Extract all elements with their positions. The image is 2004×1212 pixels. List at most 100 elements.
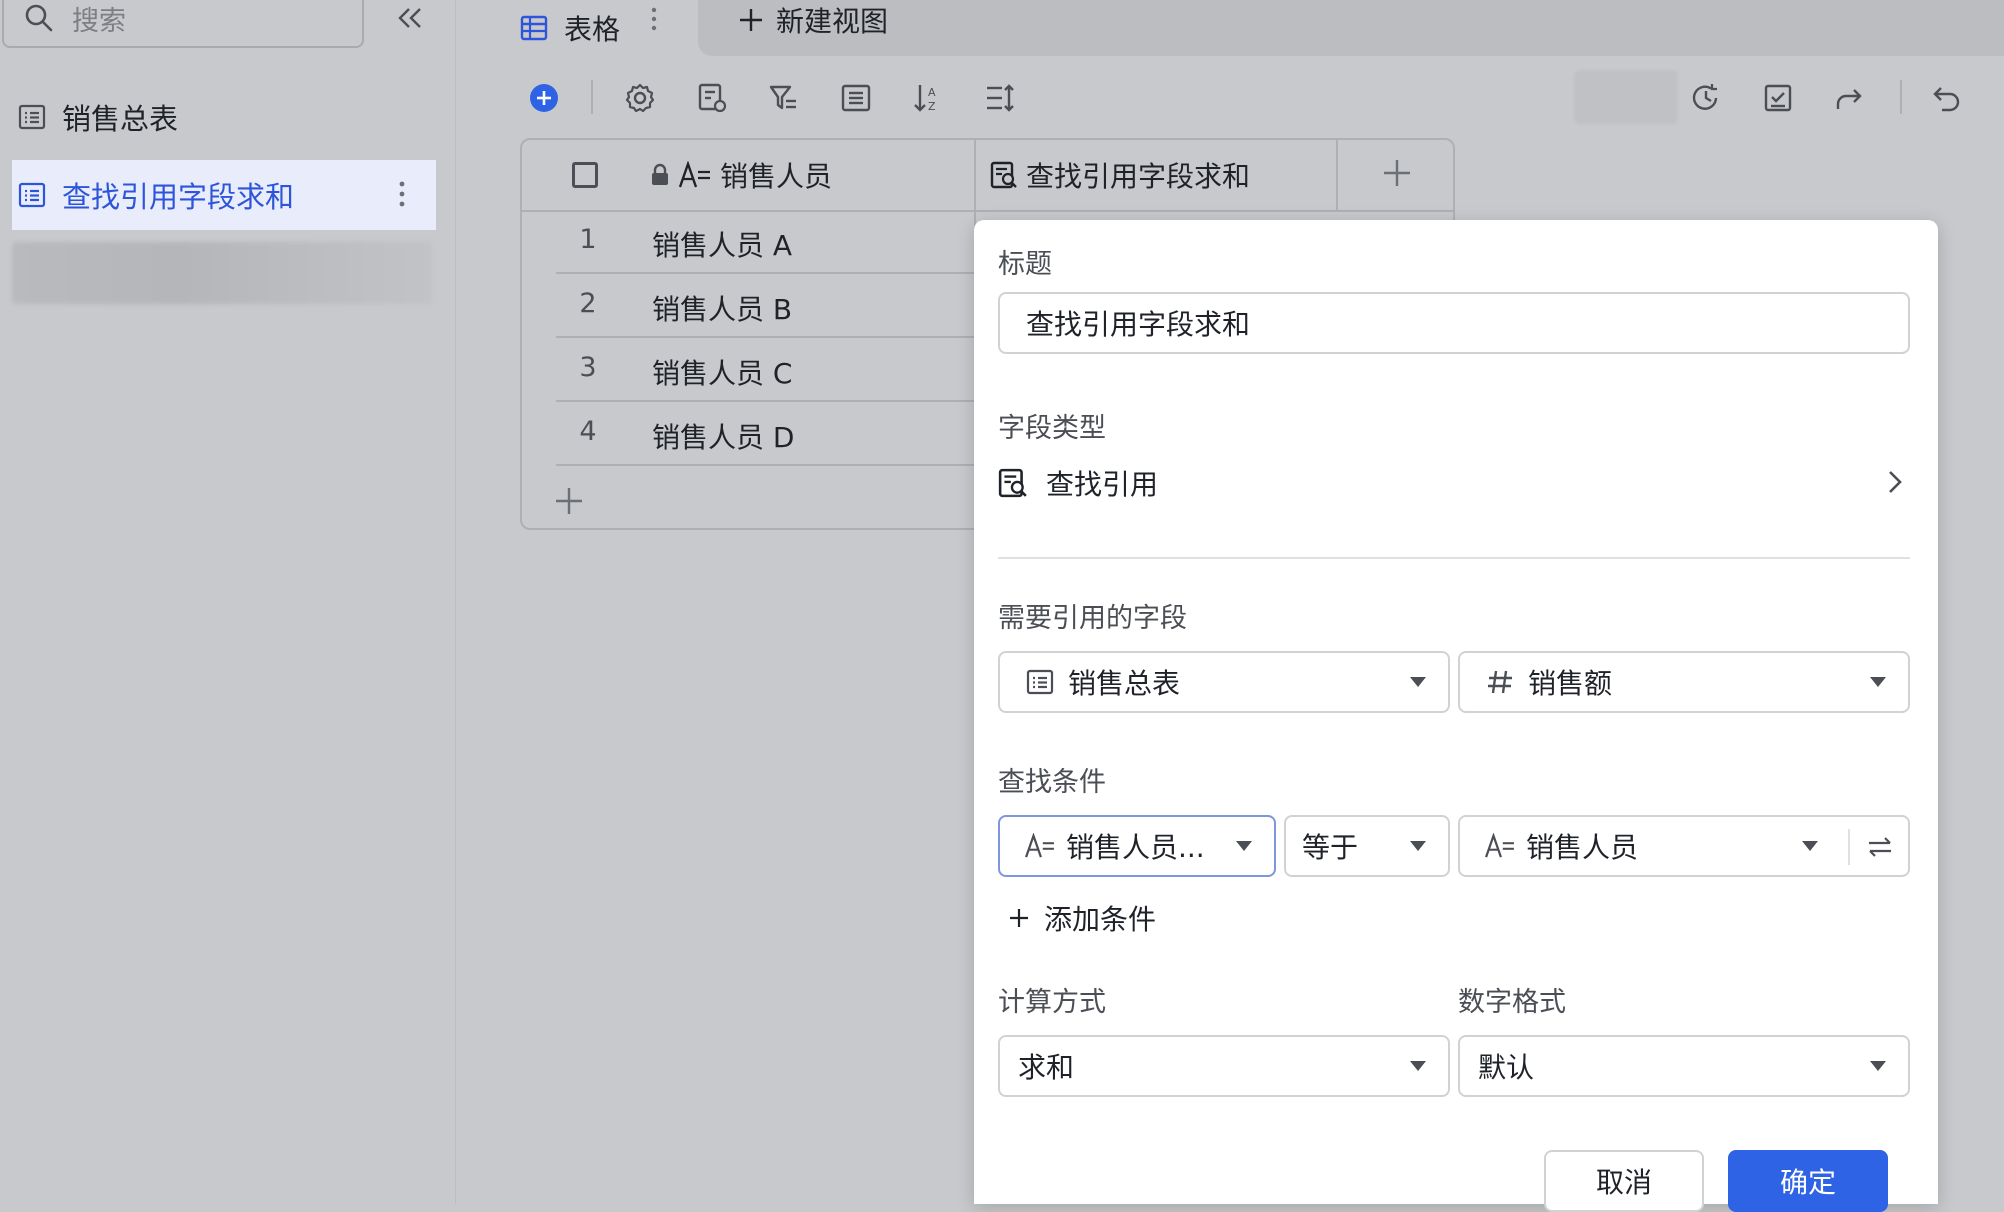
history-icon[interactable] (1688, 80, 1724, 116)
add-record-icon[interactable] (526, 80, 562, 116)
lock-icon (650, 163, 670, 187)
checklist-icon[interactable] (1760, 80, 1796, 116)
ref-field-label: 需要引用的字段 (998, 603, 1187, 634)
grid-view-icon (520, 14, 548, 42)
condition-value-select[interactable]: 销售人员 (1458, 815, 1910, 877)
dropdown-caret-icon (1870, 677, 1886, 687)
number-format-label: 数字格式 (1458, 987, 1566, 1018)
calc-value: 求和 (1018, 1051, 1075, 1084)
dropdown-caret-icon (1410, 677, 1426, 687)
table-row[interactable]: 2 销售人员 B (556, 274, 976, 338)
more-vertical-icon[interactable] (398, 180, 406, 208)
cell-salesperson[interactable]: 销售人员 D (652, 416, 794, 456)
add-column-icon[interactable] (1382, 158, 1412, 188)
search-placeholder: 搜索 (72, 5, 126, 37)
group-icon[interactable] (838, 80, 874, 116)
table-icon (1026, 668, 1054, 696)
row-number: 4 (579, 416, 597, 447)
field-type-select[interactable]: 查找引用 (998, 458, 1910, 508)
sidebar-item-label: 查找引用字段求和 (62, 180, 295, 214)
column-label: 查找引用字段求和 (1026, 160, 1251, 193)
title-label: 标题 (998, 249, 1052, 280)
select-all-checkbox[interactable] (572, 162, 598, 188)
cancel-button[interactable]: 取消 (1544, 1150, 1704, 1212)
search-icon (24, 3, 54, 33)
dropdown-caret-icon (1410, 841, 1426, 851)
table-row[interactable]: 4 销售人员 D (556, 402, 976, 466)
number-format-select[interactable]: 默认 (1458, 1035, 1910, 1097)
condition-operator-value: 等于 (1302, 831, 1359, 864)
plus-icon (738, 7, 764, 33)
dropdown-caret-icon (1802, 841, 1818, 851)
collapse-sidebar-icon[interactable] (396, 6, 424, 30)
column-divider (1336, 140, 1338, 210)
cell-salesperson[interactable]: 销售人员 C (652, 352, 792, 392)
settings-icon[interactable] (622, 80, 658, 116)
calc-label: 计算方式 (998, 987, 1106, 1018)
find-condition-label: 查找条件 (998, 767, 1106, 798)
field-type-label: 字段类型 (998, 413, 1106, 444)
column-label: 销售人员 (720, 160, 833, 193)
toolbar-divider (1900, 80, 1902, 114)
table-row[interactable]: 3 销售人员 C (556, 338, 976, 402)
share-icon[interactable] (1832, 80, 1868, 116)
text-field-icon (1484, 833, 1516, 859)
field-settings-icon[interactable] (694, 80, 730, 116)
sidebar-item-lookup-sum[interactable]: 查找引用字段求和 (12, 160, 436, 230)
undo-icon[interactable] (1928, 80, 1964, 116)
ref-field-select[interactable]: 销售额 (1458, 651, 1910, 713)
column-header-lookup-sum[interactable]: 查找引用字段求和 (990, 140, 1250, 210)
condition-operator-select[interactable]: 等于 (1284, 815, 1450, 877)
title-value: 查找引用字段求和 (1026, 308, 1251, 341)
condition-field-select[interactable]: 销售人员... (998, 815, 1276, 877)
plus-icon (1008, 907, 1030, 929)
new-view-label: 新建视图 (776, 5, 889, 38)
search-input[interactable]: 搜索 (2, 0, 364, 48)
cell-salesperson[interactable]: 销售人员 B (652, 288, 792, 328)
confirm-button[interactable]: 确定 (1728, 1150, 1888, 1212)
field-edit-panel: 标题 查找引用字段求和 字段类型 查找引用 需要引用的字段 销售总表 销售额 查… (974, 220, 1938, 1212)
blurred-toolbar-area (1574, 70, 1678, 124)
condition-value-value: 销售人员 (1526, 831, 1639, 864)
view-tabs-strip (698, 0, 2004, 56)
add-row-icon[interactable] (554, 486, 584, 516)
svg-text:A: A (928, 86, 936, 99)
dropdown-caret-icon (1870, 1061, 1886, 1071)
row-number: 3 (579, 352, 597, 383)
sidebar: 搜索 销售总表 查找引用字段求和 (0, 0, 456, 1204)
chevron-right-icon (1886, 468, 1904, 496)
sidebar-item-sales-table[interactable]: 销售总表 (12, 82, 436, 152)
swap-icon[interactable] (1866, 835, 1894, 859)
ref-field-value: 销售额 (1528, 667, 1613, 700)
new-view-button[interactable]: 新建视图 (738, 0, 888, 40)
tab-label: 表格 (564, 13, 621, 46)
title-input[interactable]: 查找引用字段求和 (998, 292, 1910, 354)
add-condition-button[interactable]: 添加条件 (1008, 898, 1156, 938)
text-field-icon (1024, 833, 1056, 859)
number-field-icon (1486, 668, 1514, 696)
lookup-icon (998, 468, 1028, 498)
text-field-icon (678, 161, 712, 189)
ref-table-value: 销售总表 (1068, 667, 1181, 700)
tab-table-view[interactable]: 表格 (520, 0, 620, 56)
table-icon (18, 181, 46, 209)
grid-header: 销售人员 查找引用字段求和 (522, 140, 1453, 212)
filter-icon[interactable] (766, 80, 802, 116)
column-header-salesperson[interactable]: 销售人员 (650, 140, 832, 210)
cell-salesperson[interactable]: 销售人员 A (652, 224, 792, 264)
add-condition-label: 添加条件 (1044, 903, 1157, 936)
sort-az-icon[interactable]: AZ (910, 80, 946, 116)
row-height-icon[interactable] (982, 80, 1018, 116)
condition-field-value: 销售人员... (1066, 831, 1205, 864)
toolbar-divider (591, 80, 593, 114)
blurred-sidebar-item (12, 242, 432, 304)
table-row[interactable]: 1 销售人员 A (556, 210, 976, 274)
divider (998, 557, 1910, 559)
calc-method-select[interactable]: 求和 (998, 1035, 1450, 1097)
ref-table-select[interactable]: 销售总表 (998, 651, 1450, 713)
field-type-value: 查找引用 (1046, 468, 1159, 501)
svg-text:Z: Z (928, 100, 936, 113)
tab-more-icon[interactable] (650, 6, 658, 34)
lookup-icon (990, 161, 1018, 189)
dropdown-caret-icon (1410, 1061, 1426, 1071)
